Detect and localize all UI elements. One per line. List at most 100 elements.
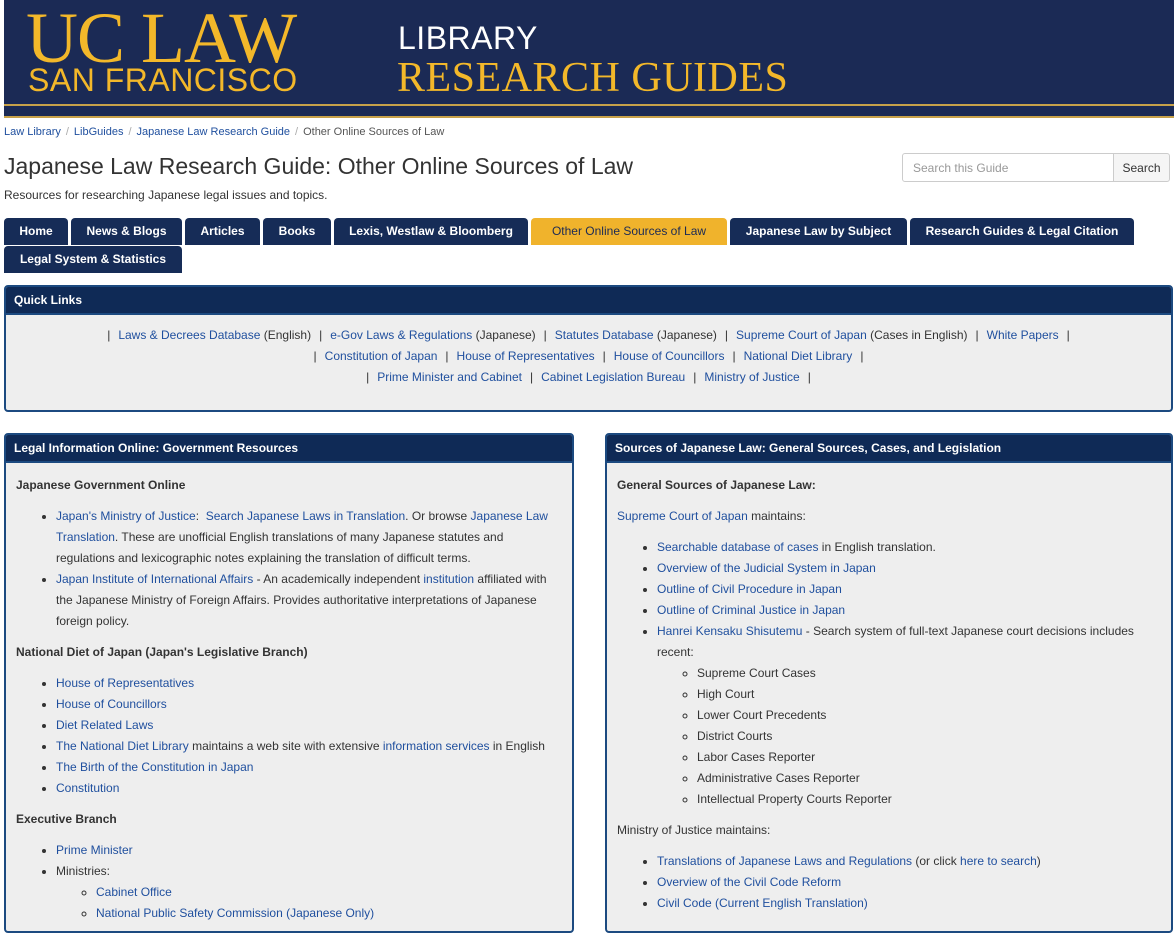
civil-procedure-link[interactable]: Outline of Civil Procedure in Japan (657, 582, 842, 596)
criminal-justice-link[interactable]: Outline of Criminal Justice in Japan (657, 603, 845, 617)
cabinet-office-link[interactable]: Cabinet Office (96, 885, 172, 899)
tab-japanese-law-by-subject[interactable]: Japanese Law by Subject (730, 218, 907, 245)
quick-links-line-1: | Laws & Decrees Database (English) | e-Gov… (107, 328, 1070, 342)
civil-code-reform-link[interactable]: Overview of the Civil Code Reform (657, 875, 841, 889)
quick-link-white-papers[interactable]: White Papers (987, 328, 1059, 342)
list-item: Ministries: Cabinet Office National Publ… (56, 861, 562, 924)
executive-list: Prime Minister Ministries: Cabinet Offic… (16, 840, 562, 924)
list-item: High Court (697, 684, 1161, 705)
hanrei-link[interactable]: Hanrei Kensaku Shisutemu (657, 624, 802, 638)
list-item: Searchable database of cases in English … (657, 537, 1161, 558)
list-item: District Courts (697, 726, 1161, 747)
quick-link-constitution[interactable]: Constitution of Japan (325, 349, 438, 363)
tab-news-blogs[interactable]: News & Blogs (71, 218, 182, 245)
breadcrumb-libguides[interactable]: LibGuides (74, 126, 124, 138)
public-safety-link[interactable]: National Public Safety Commission (Japan… (96, 906, 374, 920)
moj-intro: Ministry of Justice maintains: (617, 823, 771, 837)
section-heading: Executive Branch (16, 812, 117, 826)
quick-links-title: Quick Links (6, 287, 1171, 315)
list-item: The Birth of the Constitution in Japan (56, 757, 562, 778)
quick-link-egov[interactable]: e-Gov Laws & Regulations (330, 328, 472, 342)
scj-intro: Supreme Court of Japan maintains: (617, 509, 806, 523)
breadcrumb-current: Other Online Sources of Law (303, 126, 445, 138)
quick-link-statutes[interactable]: Statutes Database (555, 328, 654, 342)
list-item: Lower Court Precedents (697, 705, 1161, 726)
institution-link[interactable]: institution (423, 572, 474, 586)
list-item: House of Representatives (56, 673, 562, 694)
moj-link[interactable]: Japan's Ministry of Justice (56, 509, 196, 523)
searchable-database-link[interactable]: Searchable database of cases (657, 540, 818, 554)
government-resources-box: Legal Information Online: Government Res… (4, 433, 574, 933)
library-label: LIBRARY (398, 20, 538, 56)
quick-links-box: Quick Links | Laws & Decrees Database (En… (4, 285, 1173, 412)
list-item: Administrative Cases Reporter (697, 768, 1161, 789)
tab-legal-system[interactable]: Legal System & Statistics (4, 246, 182, 273)
list-item: Supreme Court Cases (697, 663, 1161, 684)
list-item: House of Councillors (56, 694, 562, 715)
sources-japanese-law-content: General Sources of Japanese Law: Supreme… (617, 475, 1161, 914)
list-item: National Public Safety Commission (Japan… (96, 903, 562, 924)
ministries-list: Cabinet Office National Public Safety Co… (56, 882, 562, 924)
breadcrumb-law-library[interactable]: Law Library (4, 126, 61, 138)
guide-tabs: Home News & Blogs Articles Books Lexis, … (4, 218, 1170, 274)
search-button[interactable]: Search (1113, 153, 1170, 182)
scj-list: Searchable database of cases in English … (617, 537, 1161, 810)
section-heading: General Sources of Japanese Law: (617, 478, 816, 492)
jiia-link[interactable]: Japan Institute of International Affairs (56, 572, 253, 586)
moj-list: Translations of Japanese Laws and Regula… (617, 851, 1161, 914)
tab-lexis-westlaw[interactable]: Lexis, Westlaw & Bloomberg (334, 218, 528, 245)
list-item: Constitution (56, 778, 562, 799)
list-item: Translations of Japanese Laws and Regula… (657, 851, 1161, 872)
search-input[interactable] (902, 153, 1114, 182)
list-item: Diet Related Laws (56, 715, 562, 736)
breadcrumb-separator: / (65, 126, 69, 138)
judicial-overview-link[interactable]: Overview of the Judicial System in Japan (657, 561, 876, 575)
hanrei-list: Supreme Court Cases High Court Lower Cou… (657, 663, 1161, 810)
header-banner[interactable]: UC LAW SAN FRANCISCO LIBRARY RESEARCH GU… (4, 0, 1174, 118)
breadcrumb-separator: / (295, 126, 299, 138)
list-item: Labor Cases Reporter (697, 747, 1161, 768)
sources-japanese-law-box: Sources of Japanese Law: General Sources… (605, 433, 1173, 933)
diet-related-laws-link[interactable]: Diet Related Laws (56, 718, 153, 732)
banner-divider (4, 104, 1174, 106)
page-title: Japanese Law Research Guide: Other Onlin… (4, 153, 634, 179)
quick-link-ministry-justice[interactable]: Ministry of Justice (704, 370, 799, 384)
tab-articles[interactable]: Articles (185, 218, 260, 245)
civil-code-link[interactable]: Civil Code (Current English Translation) (657, 896, 868, 910)
breadcrumb: Law Library / LibGuides / Japanese Law Resea… (4, 126, 444, 138)
quick-link-representatives[interactable]: House of Representatives (457, 349, 595, 363)
government-resources-content: Japanese Government Online Japan's Minis… (16, 475, 562, 924)
quick-link-supreme-court[interactable]: Supreme Court of Japan (736, 328, 867, 342)
list-item: Outline of Civil Procedure in Japan (657, 579, 1161, 600)
tab-research-guides[interactable]: Research Guides & Legal Citation (910, 218, 1134, 245)
list-item: Overview of the Civil Code Reform (657, 872, 1161, 893)
guide-search: Search (902, 153, 1170, 182)
research-guides-label: RESEARCH GUIDES (397, 55, 789, 101)
search-laws-link[interactable]: Search Japanese Laws in Translation (206, 509, 405, 523)
diet-list: House of Representatives House of Counci… (16, 673, 562, 799)
quick-link-diet-library[interactable]: National Diet Library (744, 349, 853, 363)
constitution-link[interactable]: Constitution (56, 781, 119, 795)
representatives-link[interactable]: House of Representatives (56, 676, 194, 690)
tab-home[interactable]: Home (4, 218, 68, 245)
breadcrumb-guide[interactable]: Japanese Law Research Guide (137, 126, 290, 138)
birth-constitution-link[interactable]: The Birth of the Constitution in Japan (56, 760, 253, 774)
logo-san-francisco[interactable]: SAN FRANCISCO (28, 63, 298, 97)
translations-link[interactable]: Translations of Japanese Laws and Regula… (657, 854, 912, 868)
information-services-link[interactable]: information services (383, 739, 490, 753)
quick-links-line-2: | Constitution of Japan | House of Represen… (313, 349, 864, 363)
supreme-court-link[interactable]: Supreme Court of Japan (617, 509, 748, 523)
prime-minister-link[interactable]: Prime Minister (56, 843, 133, 857)
here-to-search-link[interactable]: here to search (960, 854, 1037, 868)
quick-link-prime-minister[interactable]: Prime Minister and Cabinet (377, 370, 522, 384)
list-item: Cabinet Office (96, 882, 562, 903)
national-diet-library-link[interactable]: The National Diet Library (56, 739, 189, 753)
quick-link-cabinet-legislation[interactable]: Cabinet Legislation Bureau (541, 370, 685, 384)
tab-books[interactable]: Books (263, 218, 331, 245)
page-subtitle: Resources for researching Japanese legal… (4, 188, 328, 202)
list-item: Japan's Ministry of Justice: Search Japa… (56, 506, 562, 569)
quick-link-laws-decrees[interactable]: Laws & Decrees Database (118, 328, 260, 342)
quick-link-councillors[interactable]: House of Councillors (614, 349, 725, 363)
councillors-link[interactable]: House of Councillors (56, 697, 167, 711)
tab-other-online-sources[interactable]: Other Online Sources of Law (531, 218, 727, 245)
